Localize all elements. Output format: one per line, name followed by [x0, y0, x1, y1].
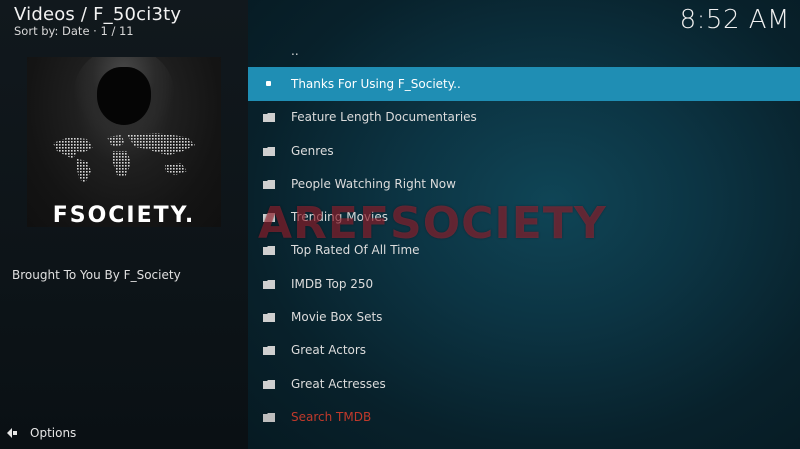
world-map-graphic [53, 133, 195, 183]
hooded-face-shadow [97, 67, 151, 125]
list-item-parent[interactable]: .. [248, 34, 800, 67]
list-item-genres[interactable]: Genres [248, 134, 800, 167]
folder-icon [263, 146, 275, 156]
list-item-label: Search TMDB [291, 409, 372, 424]
list-item-trending[interactable]: Trending Movies [248, 200, 800, 233]
folder-icon [263, 179, 275, 189]
directory-list: .. Thanks For Using F_Society.. Feature … [248, 34, 800, 434]
list-item-label: Thanks For Using F_Society.. [291, 76, 461, 91]
folder-icon [263, 346, 275, 356]
list-item-box-sets[interactable]: Movie Box Sets [248, 300, 800, 333]
list-item-people-watching[interactable]: People Watching Right Now [248, 167, 800, 200]
list-item-imdb-top[interactable]: IMDB Top 250 [248, 267, 800, 300]
list-item-search-tmdb[interactable]: Search TMDB [248, 400, 800, 433]
folder-icon [263, 412, 275, 422]
folder-icon [263, 113, 275, 123]
folder-icon [263, 246, 275, 256]
plot-text: Brought To You By F_Society [12, 268, 181, 282]
folder-icon [263, 213, 275, 223]
poster-title: FSOCIETY. [52, 203, 196, 227]
list-item-top-rated[interactable]: Top Rated Of All Time [248, 234, 800, 267]
list-item-label: Feature Length Documentaries [291, 110, 477, 125]
list-item-label: Great Actresses [291, 376, 386, 391]
folder-icon [263, 379, 275, 389]
folder-icon [263, 279, 275, 289]
selected-dot-icon [266, 81, 271, 87]
options-label: Options [30, 426, 77, 440]
sort-info: Sort by: Date · 1 / 11 [14, 24, 134, 38]
list-item-label: Great Actors [291, 343, 367, 358]
list-item-feature-length[interactable]: Feature Length Documentaries [248, 101, 800, 134]
list-item-label: IMDB Top 250 [291, 276, 374, 291]
list-item-label: Movie Box Sets [291, 310, 383, 325]
list-item-label: Genres [291, 143, 334, 158]
options-button[interactable]: Options [6, 426, 76, 440]
list-item-great-actresses[interactable]: Great Actresses [248, 367, 800, 400]
options-arrows-icon [7, 428, 17, 438]
list-item-thanks[interactable]: Thanks For Using F_Society.. [248, 67, 800, 101]
list-item-label: Trending Movies [291, 210, 388, 225]
list-item-label: Top Rated Of All Time [291, 243, 420, 258]
page-title: Videos / F_50ci3ty [14, 4, 182, 25]
list-item-great-actors[interactable]: Great Actors [248, 334, 800, 367]
list-item-label: People Watching Right Now [291, 176, 456, 191]
list-item-label: .. [291, 43, 299, 58]
addon-poster: FSOCIETY. [27, 57, 221, 227]
folder-icon [263, 313, 275, 323]
clock: 8:52 AM [679, 5, 790, 35]
